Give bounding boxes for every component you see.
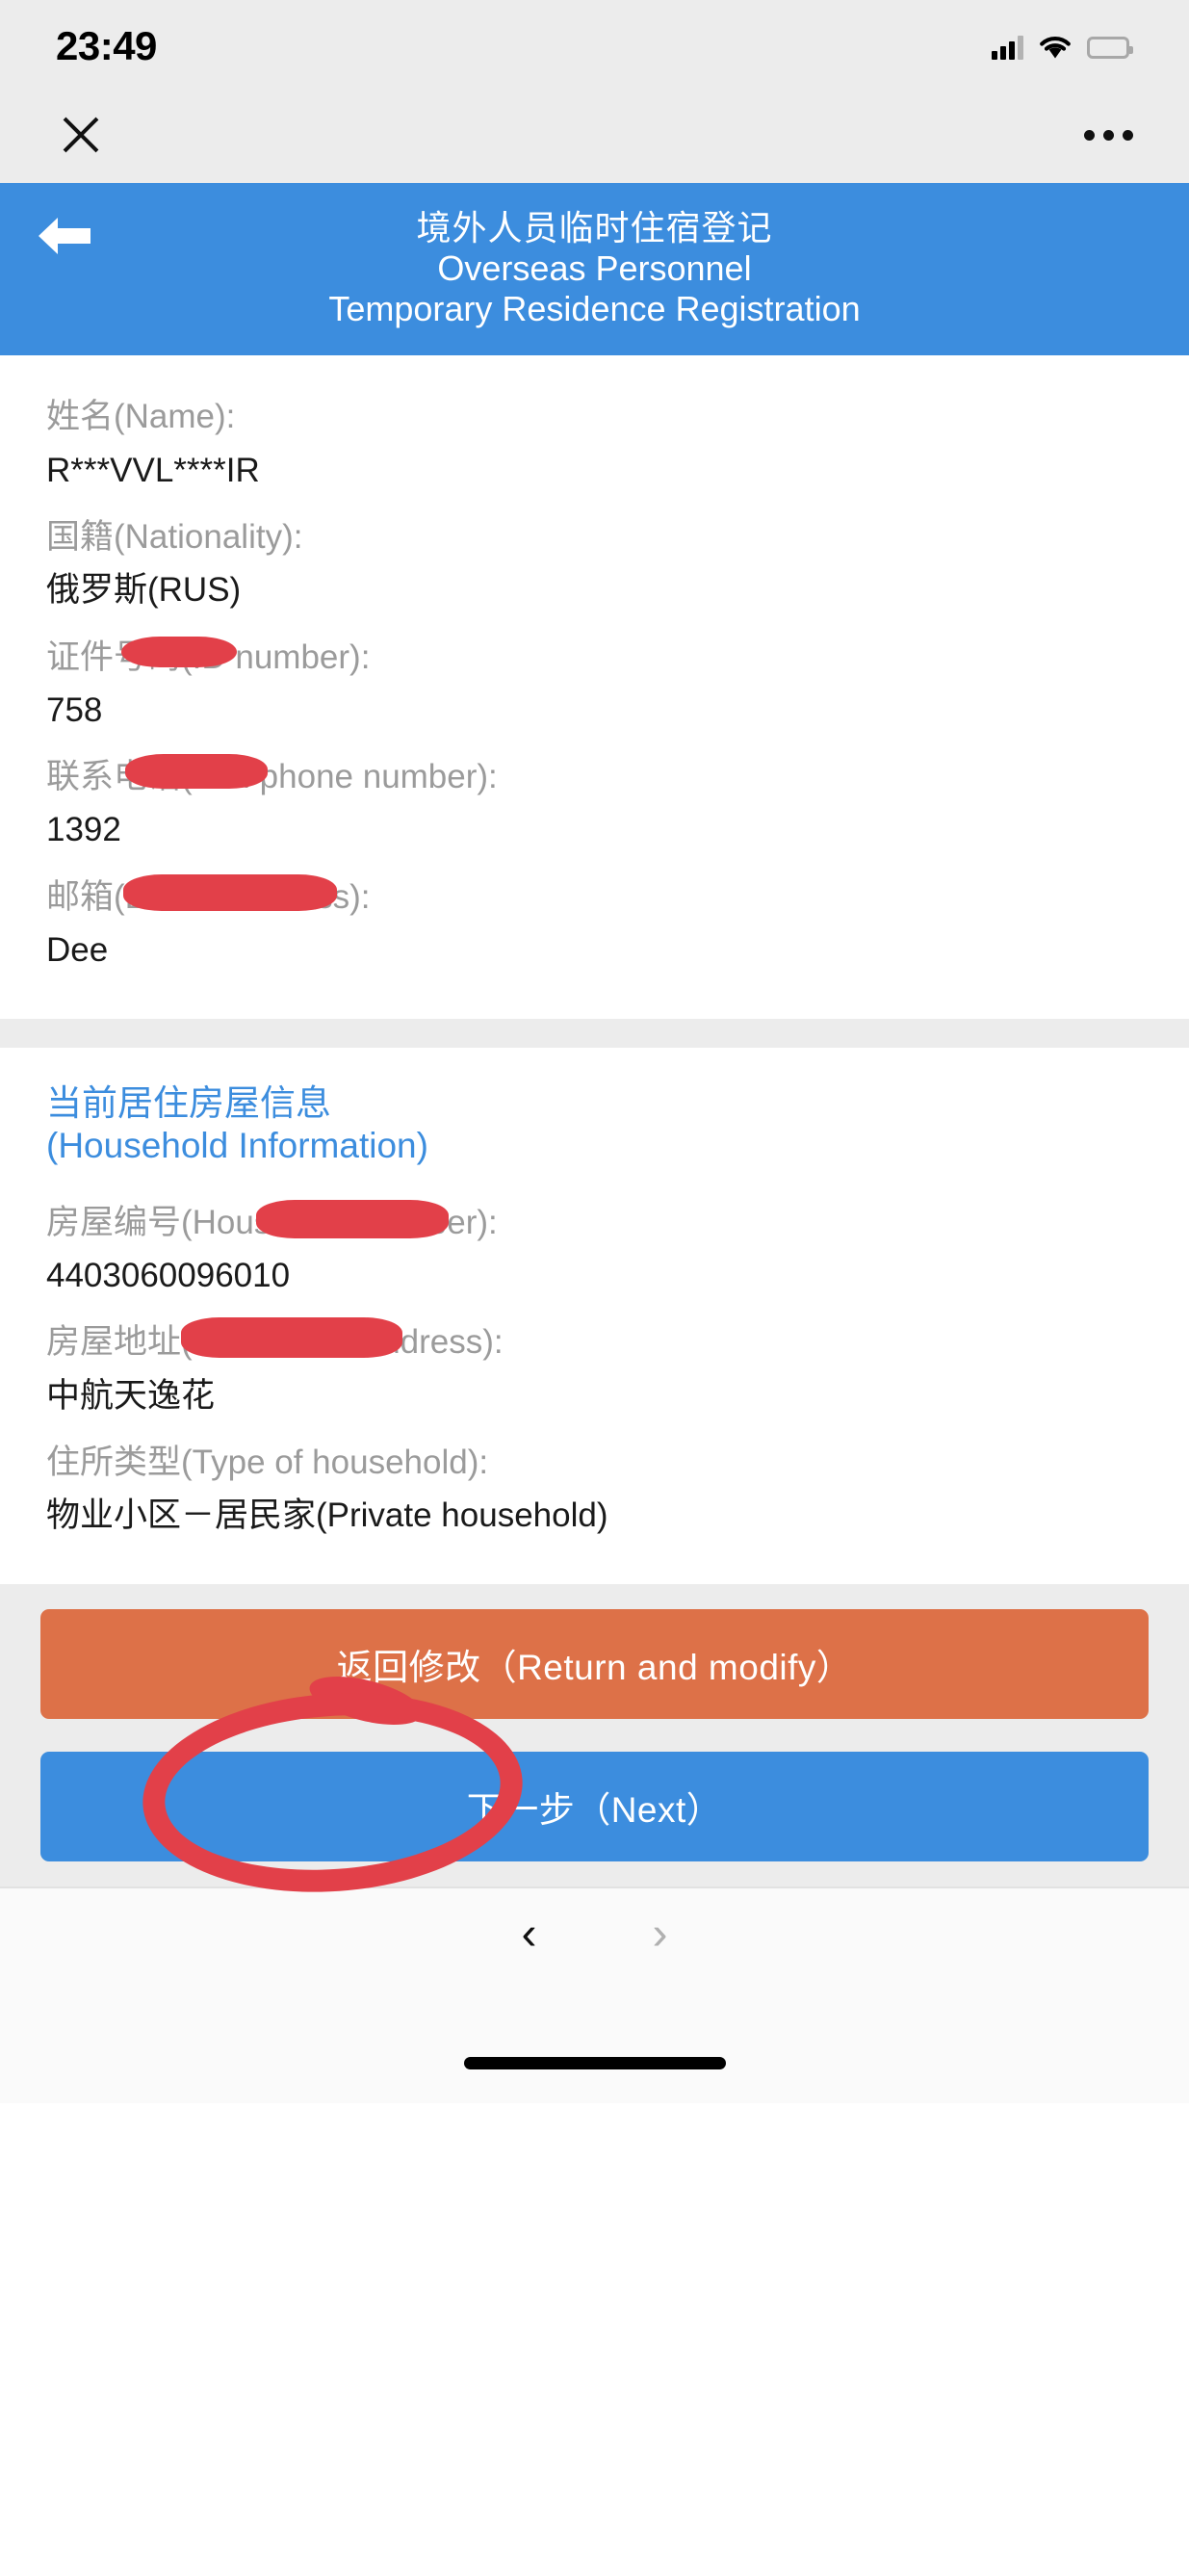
field-name-value: R***VVL****IR (46, 451, 260, 489)
field-id-number-value: 758 (46, 690, 103, 729)
household-heading-en: (Household Information) (46, 1126, 428, 1166)
field-phone-value: 1392 (46, 811, 121, 849)
field-household-number-label: 房屋编号(Household number): (46, 1203, 498, 1241)
field-household-type: 住所类型(Type of household): 物业小区－居民家(Privat… (46, 1436, 1143, 1543)
personal-info-section: 姓名(Name): R***VVL****IR 国籍(Nationality):… (0, 355, 1189, 1020)
page-title: 境外人员临时住宿登记 Overseas Personnel Temporary … (0, 208, 1189, 328)
next-button[interactable]: 下一步（Next） (40, 1752, 1149, 1862)
page-title-en-line2: Temporary Residence Registration (328, 288, 861, 328)
household-heading-cn: 当前居住房屋信息 (46, 1083, 331, 1124)
field-household-type-value: 物业小区－居民家(Private household) (46, 1496, 608, 1535)
status-bar: 23:49 (0, 0, 1189, 87)
field-phone-label: 联系电话(Cell phone number): (46, 758, 498, 796)
close-icon[interactable] (56, 110, 106, 160)
action-button-area: 返回修改（Return and modify） 下一步（Next） (0, 1584, 1189, 1905)
field-name: 姓名(Name): R***VVL****IR (46, 390, 1143, 497)
field-nationality: 国籍(Nationality): 俄罗斯(RUS) (46, 510, 1143, 617)
field-email: 邮箱(E-mail address): Dee (46, 871, 1143, 977)
more-options-icon[interactable] (1084, 129, 1133, 141)
field-email-label: 邮箱(E-mail address): (46, 877, 371, 916)
household-section-heading: 当前居住房屋信息 (Household Information) (46, 1082, 1143, 1166)
field-household-address-label: 房屋地址(Household address): (46, 1323, 504, 1362)
field-id-number: 证件号码(ID number): 758 (46, 631, 1143, 738)
field-household-address-value: 中航天逸花 (46, 1376, 216, 1415)
webview-chrome-bar (0, 87, 1189, 183)
battery-low-icon (1087, 36, 1133, 59)
status-bar-icons (992, 27, 1133, 60)
chevron-left-icon[interactable]: ‹ (522, 1911, 537, 1958)
field-id-number-label: 证件号码(ID number): (46, 637, 371, 676)
field-email-value: Dee (46, 931, 109, 970)
cellular-signal-icon (992, 35, 1023, 60)
field-name-label: 姓名(Name): (46, 398, 236, 436)
field-household-number-value: 4403060096010 (46, 1256, 291, 1294)
chevron-right-icon[interactable]: › (653, 1911, 668, 1958)
home-indicator[interactable] (463, 2056, 726, 2069)
return-and-modify-button[interactable]: 返回修改（Return and modify） (40, 1609, 1149, 1720)
field-nationality-value: 俄罗斯(RUS) (46, 571, 242, 610)
field-phone: 联系电话(Cell phone number): 1392 (46, 750, 1143, 857)
browser-bottom-nav: ‹ › (0, 1886, 1189, 1981)
page-title-cn: 境外人员临时住宿登记 (416, 208, 773, 247)
field-household-address: 房屋地址(Household address): 中航天逸花 (46, 1315, 1143, 1422)
back-arrow-icon[interactable] (33, 214, 94, 258)
home-indicator-area (0, 1980, 1189, 2104)
field-household-number: 房屋编号(Household number): 4403060096010 (46, 1196, 1143, 1303)
section-divider (0, 1019, 1189, 1049)
field-nationality-label: 国籍(Nationality): (46, 517, 303, 556)
wifi-icon (1039, 35, 1072, 60)
field-household-type-label: 住所类型(Type of household): (46, 1443, 489, 1481)
status-bar-clock: 23:49 (56, 23, 157, 68)
household-info-section: 当前居住房屋信息 (Household Information) 房屋编号(Ho… (0, 1048, 1189, 1585)
app-header: 境外人员临时住宿登记 Overseas Personnel Temporary … (0, 183, 1189, 356)
page-title-en-line1: Overseas Personnel (437, 247, 752, 288)
